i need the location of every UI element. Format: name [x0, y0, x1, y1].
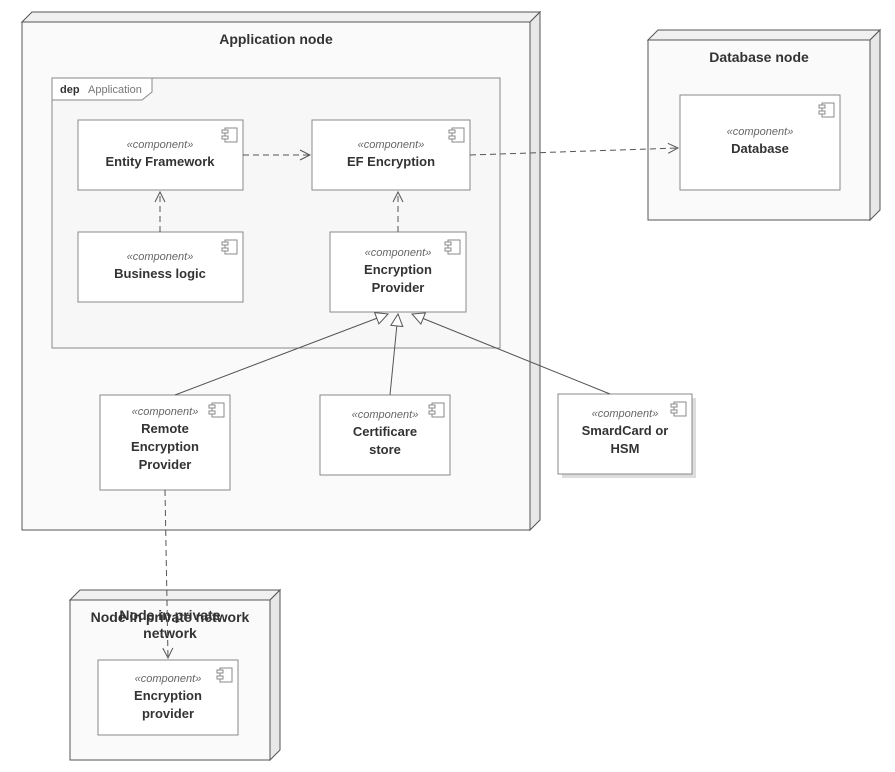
package-tag: dep [60, 84, 80, 96]
component-remote-encryption-provider: «component» Remote Encryption Provider [100, 395, 230, 490]
svg-text:«component»: «component» [352, 409, 419, 421]
component-certificate-store: «component» Certificare store [320, 395, 450, 475]
component-smartcard-hsm: «component» SmardCard or HSM [558, 394, 696, 478]
svg-text:Certificare: Certificare [353, 424, 417, 439]
svg-text:SmardCard or: SmardCard or [582, 423, 669, 438]
svg-text:Entity Framework: Entity Framework [105, 154, 215, 169]
svg-text:Encryption: Encryption [134, 688, 202, 703]
svg-text:«component»: «component» [358, 139, 425, 151]
svg-text:«component»: «component» [135, 673, 202, 685]
uml-diagram: Application node dep Application «compon… [0, 0, 895, 772]
svg-text:HSM: HSM [611, 441, 640, 456]
svg-text:Remote: Remote [141, 421, 189, 436]
svg-text:«component»: «component» [727, 126, 794, 138]
svg-text:Encryption: Encryption [364, 262, 432, 277]
svg-text:Provider: Provider [372, 280, 425, 295]
svg-text:«component»: «component» [132, 406, 199, 418]
svg-text:Encryption: Encryption [131, 439, 199, 454]
svg-text:«component»: «component» [127, 139, 194, 151]
svg-text:EF Encryption: EF Encryption [347, 154, 435, 169]
svg-text:«component»: «component» [365, 247, 432, 259]
svg-text:Business logic: Business logic [114, 266, 206, 281]
svg-text:network: network [143, 625, 197, 641]
svg-text:«component»: «component» [127, 251, 194, 263]
svg-text:Node in private: Node in private [119, 607, 220, 623]
database-node-title: Database node [709, 49, 809, 65]
component-ef-encryption: «component» EF Encryption [312, 120, 470, 190]
svg-text:Provider: Provider [139, 457, 192, 472]
svg-text:store: store [369, 442, 401, 457]
svg-text:Database: Database [731, 141, 789, 156]
application-node-title: Application node [219, 31, 333, 47]
component-database: «component» Database [680, 95, 840, 190]
component-business-logic: «component» Business logic [78, 232, 243, 302]
component-encryption-provider-private: «component» Encryption provider [98, 660, 238, 735]
package-name: Application [88, 84, 142, 96]
component-encryption-provider: «component» Encryption Provider [330, 232, 466, 312]
svg-text:provider: provider [142, 706, 194, 721]
svg-text:«component»: «component» [592, 408, 659, 420]
component-entity-framework: «component» Entity Framework [78, 120, 243, 190]
